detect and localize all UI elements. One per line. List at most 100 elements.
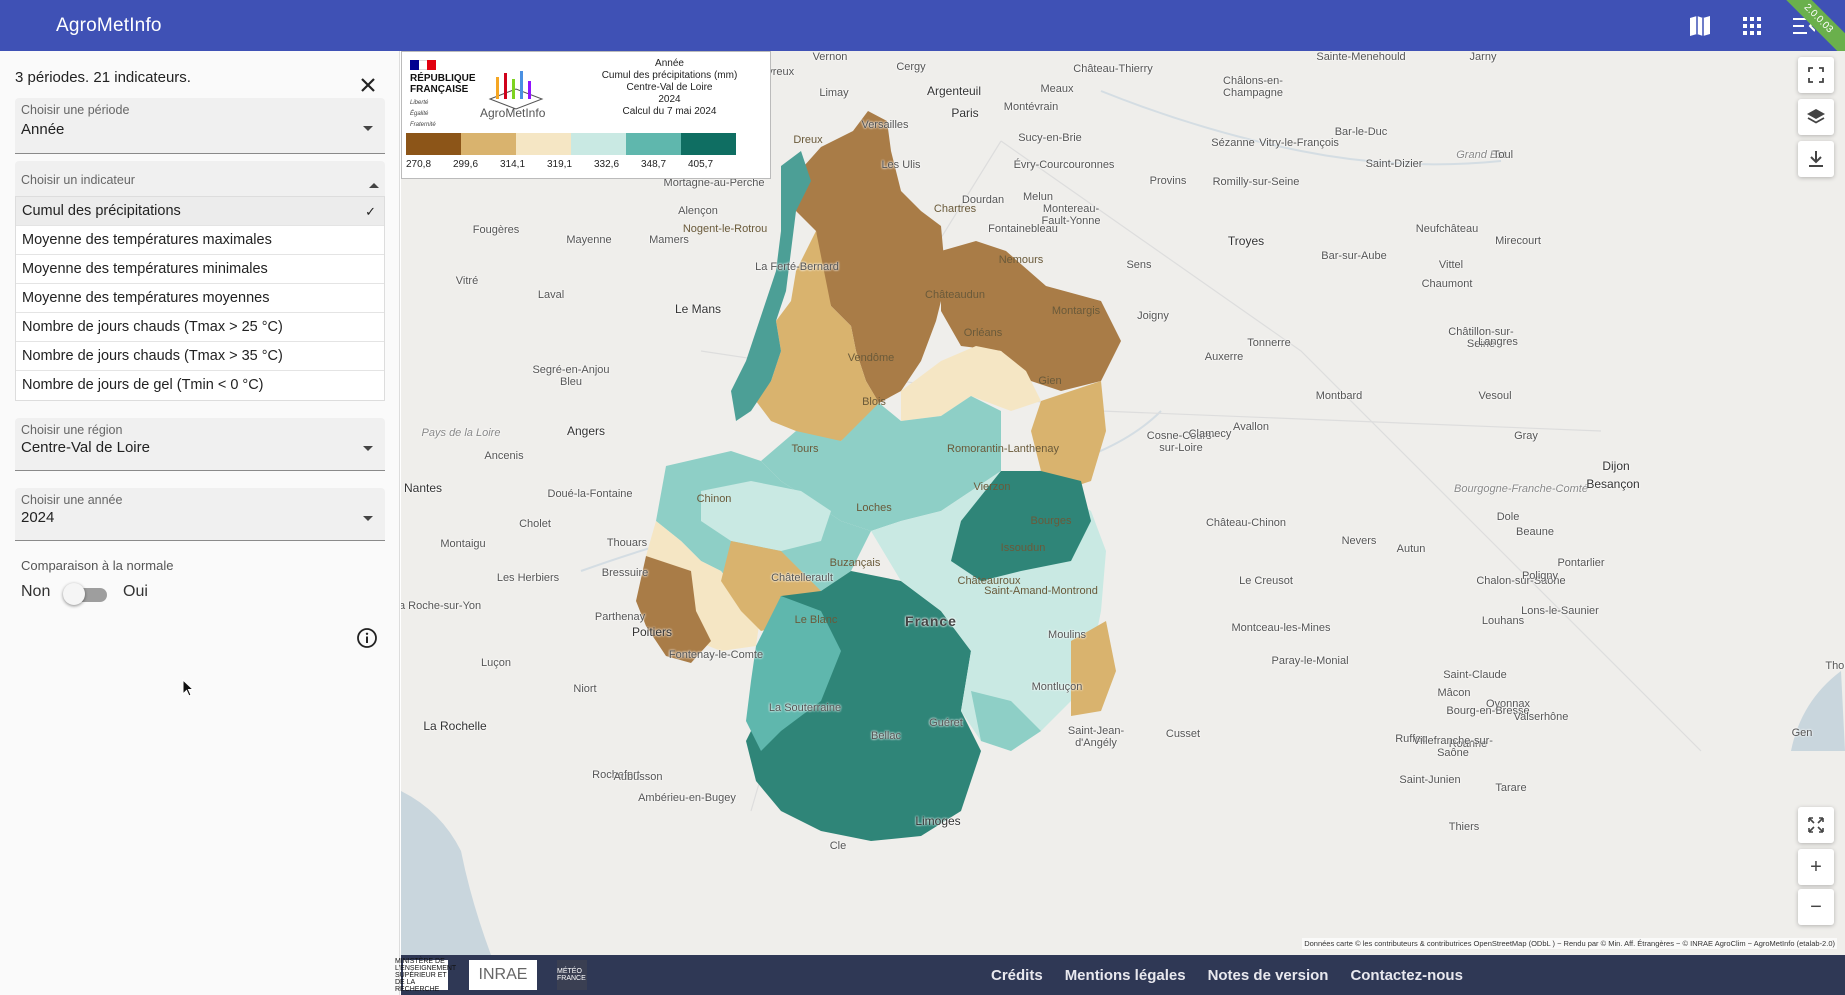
town-label: Buzançais [829,557,881,569]
town-label: Nantes [403,481,443,495]
legend-tick: 270,8 [406,159,432,170]
town-label: Chinon [696,493,732,505]
close-sidebar-button[interactable] [356,73,380,97]
download-icon [1809,151,1823,167]
credits-link[interactable]: Crédits [991,967,1043,984]
comparison-toggle[interactable] [63,583,109,605]
zoom-out-button[interactable]: − [1798,889,1834,925]
town-label: Ancenis [484,450,524,462]
legend-ticks: 270,8 299,6 314,1 319,1 332,6 348,7 405,7 [406,159,772,173]
indicator-option[interactable]: Moyenne des températures maximales [16,226,384,255]
town-label: Montaigu [440,538,486,550]
legend-tick: 314,1 [500,159,526,170]
town-label: Vitry-le-François [1259,137,1339,149]
town-label: Dole [1496,511,1520,523]
town-label: Poitiers [631,625,673,639]
release-notes-link[interactable]: Notes de version [1208,967,1329,984]
town-label: Châtellerault [771,572,833,584]
town-label: Le Mans [674,302,722,316]
period-label: Choisir une période [21,103,130,117]
ministere-logo[interactable]: MINISTÈRE DE L'ENSEIGNEMENT SUPÉRIEUR ET… [395,958,456,993]
period-select[interactable]: Choisir une période Année [15,98,385,154]
town-label: Cergy [896,61,926,73]
layers-icon [1807,109,1825,124]
legend-description: Année Cumul des précipitations (mm) Cent… [601,58,738,117]
indicator-option[interactable]: Nombre de jours chauds (Tmax > 35 °C) [16,342,384,371]
contact-link[interactable]: Contactez-nous [1350,967,1463,984]
town-label: Mâcon [1437,687,1471,699]
layers-button[interactable] [1798,99,1834,135]
legend-tick: 319,1 [547,159,573,170]
town-label: Argenteuil [926,84,982,98]
republique-francaise-logo: RÉPUBLIQUE FRANÇAISE Liberté Égalité Fra… [410,60,476,128]
town-label: Châlons-en-Champagne [1223,75,1283,99]
indicator-summary: 3 périodes. 21 indicateurs. [15,69,191,86]
town-label: Chaumont [1421,278,1473,290]
town-label: Langres [1478,336,1518,348]
indicator-label: Choisir un indicateur [21,173,135,187]
legal-notice-link[interactable]: Mentions légales [1065,967,1186,984]
town-label: Melun [1023,191,1053,203]
town-label: Vitré [455,275,479,287]
town-label: Le Creusot [1239,575,1293,587]
town-label: Dijon [1602,459,1630,473]
town-label: Sucy-en-Brie [1018,132,1082,144]
town-label: Bar-le-Duc [1334,126,1388,138]
town-label: Vesoul [1478,390,1512,402]
town-label: Beaune [1516,526,1554,538]
town-label: Châteaudun [925,289,985,301]
town-label: Mirecourt [1495,235,1541,247]
town-label: Gray [1514,430,1538,442]
expand-icon [1808,817,1824,833]
town-label: La Souterraine [768,702,842,714]
comparison-off-label: Non [21,583,51,600]
town-label: Château-Chinon [1205,517,1287,529]
town-label: Saint-Jean-d'Angély [1067,725,1125,749]
town-label: Issoudun [1000,542,1046,554]
town-label: Angers [566,424,606,438]
fullscreen-button[interactable] [1798,57,1834,93]
indicator-option[interactable]: Nombre de jours de gel (Tmin < 0 °C) [16,371,384,400]
indicator-option[interactable]: Nombre de jours chauds (Tmax > 25 °C) [16,313,384,342]
indicator-option[interactable]: Moyenne des températures minimales [16,255,384,284]
town-label: La Rochelle [423,719,487,733]
meteo-france-logo[interactable]: MÉTÉO FRANCE [557,960,587,990]
town-label: Saint-Amand-Montrond [984,585,1098,597]
map-view[interactable]: BernayVernonÉvreuxCergyChâteau-ThierrySa… [401,51,1845,955]
town-label: Luçon [481,657,511,669]
download-button[interactable] [1798,141,1834,177]
town-label: Bourgogne-Franche-Comté [1454,483,1588,495]
town-label: Saint-Claude [1443,669,1507,681]
town-label: Saint-Dizier [1365,158,1423,170]
town-label: Bar-sur-Aube [1321,250,1387,262]
town-label: Jarny [1469,51,1497,63]
apps-grid-icon[interactable] [1737,11,1767,41]
info-icon[interactable] [356,627,378,649]
town-label: Guéret [929,717,963,729]
indicator-select[interactable]: Choisir un indicateur [15,161,385,197]
book-map-icon[interactable] [1685,11,1715,41]
town-label: Poligny [1521,570,1559,582]
town-label: Laval [537,289,565,301]
indicator-option[interactable]: Cumul des précipitations ✓ [16,197,384,226]
town-label: Avallon [1233,421,1269,433]
check-icon: ✓ [365,204,376,219]
region-select[interactable]: Choisir une région Centre-Val de Loire [15,418,385,471]
town-label: Moulins [1048,629,1086,641]
town-label: Les Herbiers [496,572,560,584]
map-background [401,90,1845,955]
region-label: Choisir une région [21,423,123,437]
town-label: Pontarlier [1557,557,1605,569]
year-select[interactable]: Choisir une année 2024 [15,488,385,541]
legend-color-scale [406,133,736,155]
town-label: Nogent-le-Rotrou [682,223,768,235]
town-label: Sainte-Menehould [1316,51,1406,63]
expand-button[interactable] [1798,807,1834,843]
inrae-logo[interactable]: INRAE [469,960,537,990]
indicator-option[interactable]: Moyenne des températures moyennes [16,284,384,313]
region-value: Centre-Val de Loire [21,439,150,456]
legend-swatch [626,133,681,155]
comparison-label: Comparaison à la normale [21,558,174,573]
town-label: Romilly-sur-Seine [1212,176,1300,188]
zoom-in-button[interactable]: + [1798,849,1834,885]
